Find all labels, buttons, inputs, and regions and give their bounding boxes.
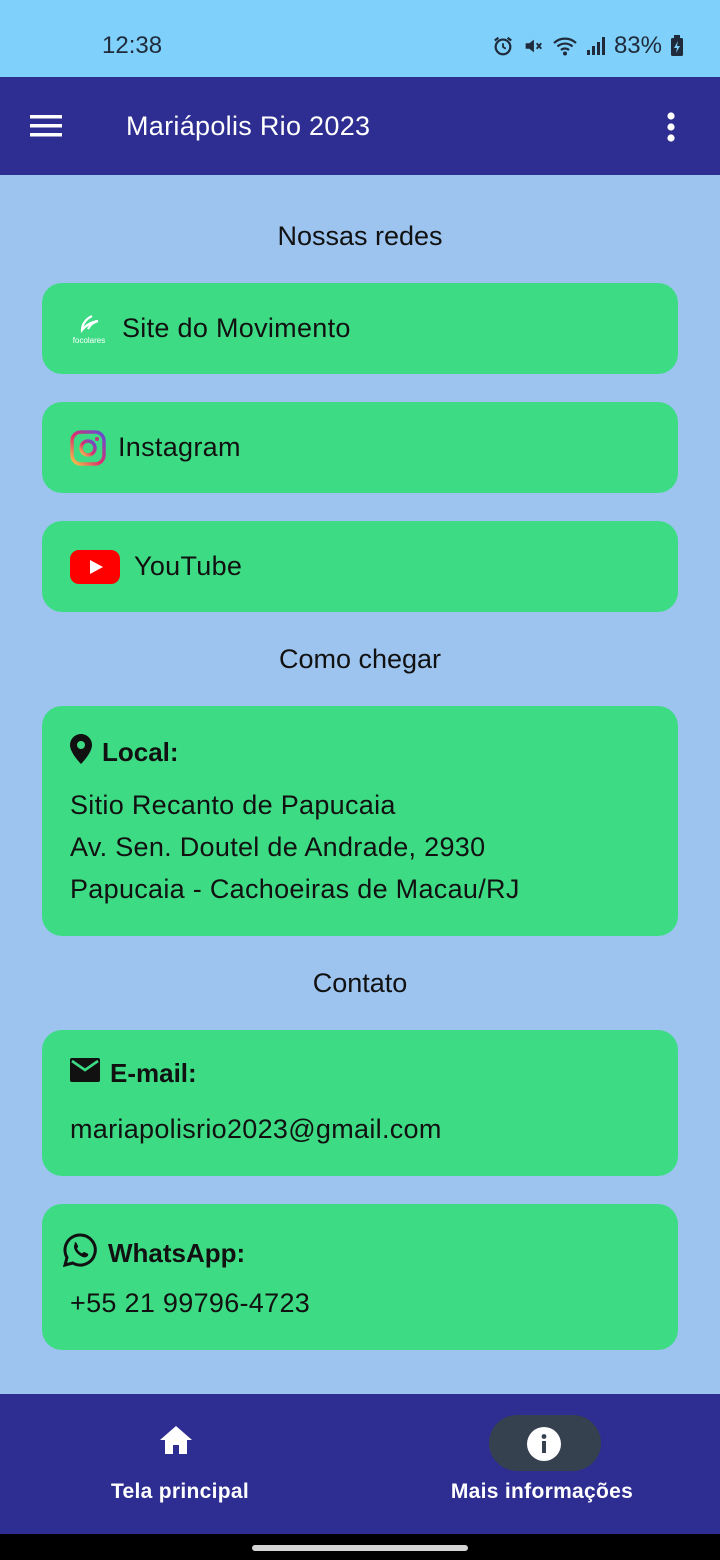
instagram-link-button[interactable]: Instagram (42, 402, 678, 493)
nav-home-label: Tela principal (110, 1480, 249, 1503)
whatsapp-icon (62, 1232, 98, 1275)
instagram-link-label: Instagram (118, 432, 241, 462)
site-link-label: Site do Movimento (122, 313, 351, 343)
bottom-navigation: Tela principal Mais informações (0, 1394, 720, 1534)
section-title-redes: Nossas redes (277, 221, 443, 251)
focolares-logo: focolares (70, 312, 108, 346)
gesture-handle[interactable] (252, 1545, 468, 1551)
location-line-1: Sitio Recanto de Papucaia (70, 790, 396, 820)
whatsapp-card[interactable]: WhatsApp: +55 21 99796-4723 (42, 1204, 678, 1350)
nav-info[interactable]: Mais informações (362, 1394, 720, 1534)
signal-icon (586, 35, 606, 57)
email-heading: E-mail: (70, 1058, 197, 1089)
youtube-link-label: YouTube (134, 551, 243, 581)
svg-text:focolares: focolares (73, 336, 105, 345)
whatsapp-heading: WhatsApp: (62, 1232, 245, 1275)
battery-icon (670, 35, 684, 57)
section-title-chegar: Como chegar (278, 644, 442, 674)
instagram-icon (70, 429, 106, 466)
app-title: Mariápolis Rio 2023 (126, 111, 371, 141)
location-card: Local: Sitio Recanto de Papucaia Av. Sen… (42, 706, 678, 936)
location-line-3: Papucaia - Cachoeiras de Macau/RJ (70, 874, 520, 904)
nav-info-label: Mais informações (450, 1480, 634, 1503)
gesture-navigation-area (0, 1534, 720, 1560)
mail-icon (70, 1058, 100, 1089)
mute-icon (522, 35, 544, 57)
alarm-icon (492, 35, 514, 57)
home-icon (158, 1424, 194, 1461)
site-link-button[interactable]: focolares Site do Movimento (42, 283, 678, 374)
menu-icon[interactable] (30, 113, 64, 144)
battery-level: 83% (613, 32, 662, 59)
more-vert-icon[interactable] (666, 111, 676, 148)
whatsapp-value[interactable]: +55 21 99796-4723 (70, 1288, 310, 1319)
location-pin-icon (70, 734, 92, 771)
status-icons: 83% (492, 32, 684, 60)
nav-home[interactable]: Tela principal (0, 1394, 360, 1534)
email-value[interactable]: mariapolisrio2023@gmail.com (70, 1114, 442, 1145)
location-line-2: Av. Sen. Doutel de Andrade, 2930 (70, 832, 486, 862)
youtube-link-button[interactable]: YouTube (42, 521, 678, 612)
wifi-icon (552, 35, 578, 57)
whatsapp-label: WhatsApp: (108, 1238, 246, 1268)
youtube-icon (70, 549, 120, 584)
location-heading: Local: (70, 734, 179, 771)
section-title-contato: Contato (312, 968, 408, 998)
status-bar: 12:38 83% (0, 0, 720, 77)
email-card[interactable]: E-mail: mariapolisrio2023@gmail.com (42, 1030, 678, 1176)
location-label: Local: (102, 737, 179, 767)
status-time: 12:38 (102, 32, 163, 59)
app-bar: Mariápolis Rio 2023 (0, 77, 720, 175)
email-label: E-mail: (110, 1058, 197, 1088)
info-icon (526, 1426, 562, 1467)
